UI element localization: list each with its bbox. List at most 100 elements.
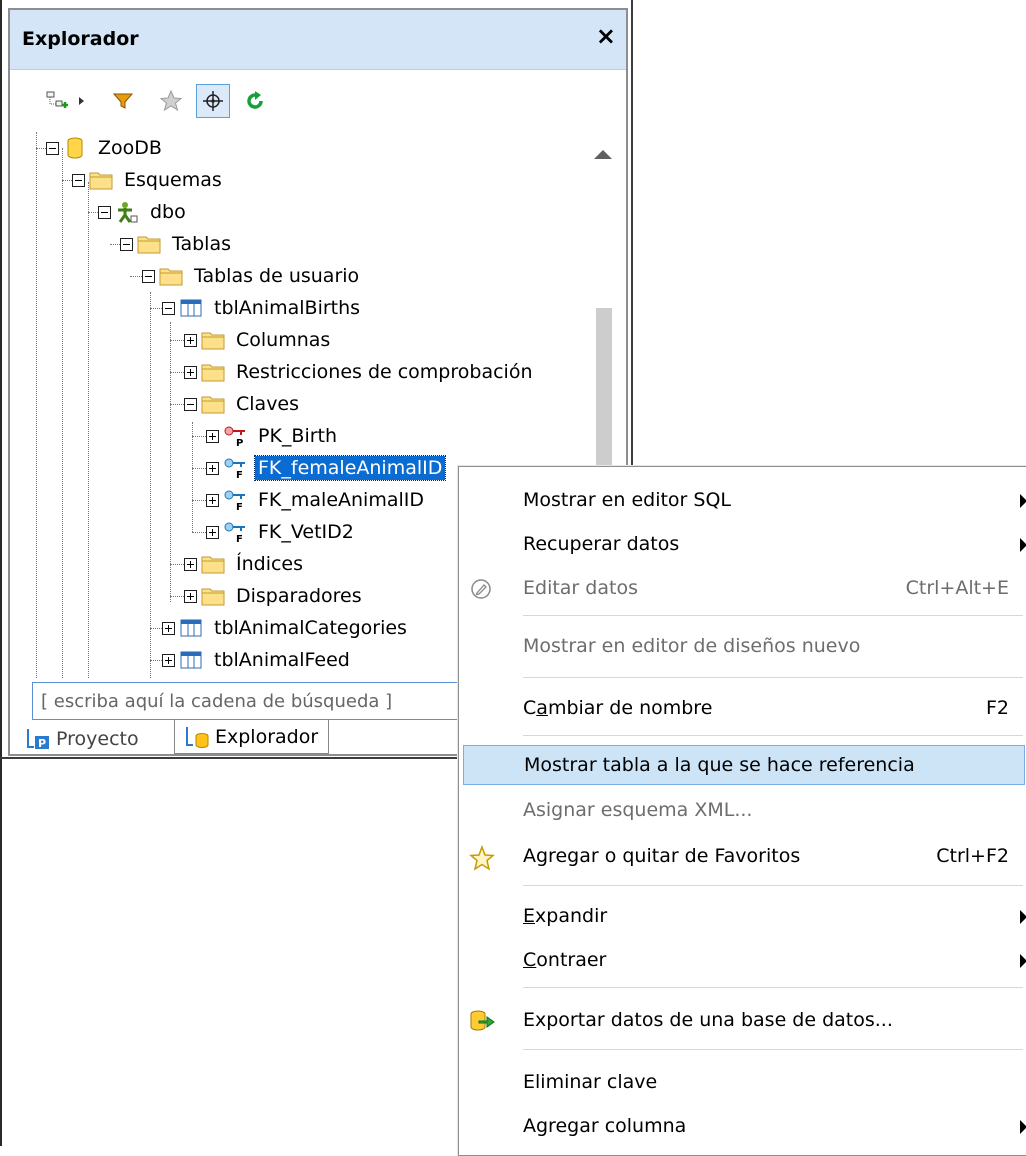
tree-node-fk-maleanimalid[interactable]: F FK_maleAnimalID xyxy=(206,485,427,515)
svg-text:F: F xyxy=(236,502,243,511)
tab-label: Proyecto xyxy=(56,728,139,750)
panel-title: Explorador xyxy=(22,28,139,50)
collapse-icon[interactable] xyxy=(162,301,175,315)
tree-node-label: Tablas xyxy=(172,233,231,255)
tree-node-tblanimalbirths[interactable]: tblAnimalBirths xyxy=(162,293,363,323)
submenu-arrow-icon xyxy=(1020,538,1026,552)
tree-node-label: FK_maleAnimalID xyxy=(258,489,424,511)
tree-node-label: ZooDB xyxy=(98,137,162,159)
folder-icon xyxy=(201,556,225,574)
folder-icon xyxy=(137,236,161,254)
dropdown-arrow-icon[interactable] xyxy=(74,84,90,118)
menu-item-mostrar-en-editor-disenos[interactable]: Mostrar en editor de diseños nuevo xyxy=(459,627,1026,667)
collapse-icon[interactable] xyxy=(46,141,59,155)
tree-node-fk-femaleanimalid[interactable]: F FK_femaleAnimalID xyxy=(206,453,447,483)
tree-node-label: Columnas xyxy=(236,329,331,351)
tab-label: Explorador xyxy=(215,725,319,748)
menu-item-label: Recuperar datos xyxy=(523,533,680,555)
favorites-star-icon xyxy=(469,845,495,871)
folder-icon xyxy=(201,396,225,414)
tree-node-label: tblAnimalFeed xyxy=(214,649,350,671)
collapse-icon[interactable] xyxy=(120,237,133,251)
panel-divider xyxy=(0,757,460,759)
menu-item-eliminar-clave[interactable]: Eliminar clave xyxy=(459,1063,1026,1103)
tree-node-label: tblAnimalCategories xyxy=(214,617,407,639)
close-icon[interactable]: × xyxy=(596,24,616,48)
submenu-arrow-icon xyxy=(1020,1120,1026,1134)
menu-item-label: Editar datos xyxy=(523,577,638,599)
menu-item-recuperar-datos[interactable]: Recuperar datos xyxy=(459,525,1026,565)
tree-node-esquemas[interactable]: Esquemas xyxy=(72,165,225,195)
menu-item-shortcut: Ctrl+Alt+E xyxy=(905,577,1009,599)
tree-node-dbo[interactable]: dbo xyxy=(98,197,189,227)
expand-icon[interactable] xyxy=(184,557,197,571)
collapse-icon[interactable] xyxy=(184,397,197,411)
menu-item-agregar-columna[interactable]: Agregar columna xyxy=(459,1107,1026,1147)
tree-node-claves[interactable]: Claves xyxy=(184,389,302,419)
tree-node-label: dbo xyxy=(150,201,186,223)
menu-item-asignar-esquema-xml[interactable]: Asignar esquema XML... xyxy=(459,791,1026,831)
folder-icon xyxy=(89,172,113,190)
expand-icon[interactable] xyxy=(206,461,219,475)
tree-node-label: tblAnimalBirths xyxy=(214,297,361,319)
foreign-key-icon: F xyxy=(224,490,245,511)
export-icon xyxy=(470,1010,495,1031)
context-menu: Mostrar en editor SQL Recuperar datos Ed… xyxy=(458,466,1026,1156)
menu-item-editar-datos[interactable]: Editar datos Ctrl+Alt+E xyxy=(459,569,1026,609)
tree-node-restricciones[interactable]: Restricciones de comprobación xyxy=(184,357,536,387)
filter-icon[interactable] xyxy=(106,84,140,118)
foreign-key-icon: F xyxy=(224,522,245,543)
menu-item-contraer[interactable]: Contraer xyxy=(459,941,1026,981)
tree-node-disparadores[interactable]: Disparadores xyxy=(184,581,365,611)
collapse-icon[interactable] xyxy=(98,205,111,219)
tree-node-label: FK_femaleAnimalID xyxy=(253,455,447,481)
explorer-icon xyxy=(186,726,209,748)
menu-item-exportar-datos[interactable]: Exportar datos de una base de datos... xyxy=(459,1001,1026,1041)
tree-node-tablas[interactable]: Tablas xyxy=(120,229,234,259)
tree-node-indices[interactable]: Índices xyxy=(184,549,306,579)
tree-node-label: Índices xyxy=(236,553,304,575)
tree-node-label: Restricciones de comprobación xyxy=(236,361,533,383)
expand-icon[interactable] xyxy=(206,525,219,539)
tab-proyecto[interactable]: P Proyecto xyxy=(26,724,139,754)
menu-item-mostrar-en-editor-sql[interactable]: Mostrar en editor SQL xyxy=(459,481,1026,521)
tree-node-fk-vetid2[interactable]: F FK_VetID2 xyxy=(206,517,357,547)
tree-node-label: Esquemas xyxy=(124,169,222,191)
menu-item-label: Exportar datos de una base de datos... xyxy=(523,1009,893,1031)
svg-text:P: P xyxy=(38,737,46,750)
scroll-up-icon[interactable] xyxy=(594,150,612,159)
refresh-icon[interactable] xyxy=(238,84,272,118)
expand-icon[interactable] xyxy=(206,493,219,507)
expand-icon[interactable] xyxy=(162,653,175,667)
submenu-arrow-icon xyxy=(1020,910,1026,924)
tab-explorador[interactable]: Explorador xyxy=(174,720,330,754)
expand-icon[interactable] xyxy=(184,589,197,603)
menu-item-mostrar-tabla-referencia[interactable]: Mostrar tabla a la que se hace referenci… xyxy=(463,745,1025,785)
expand-icon[interactable] xyxy=(162,621,175,635)
expand-icon[interactable] xyxy=(206,429,219,443)
favorites-star-icon[interactable] xyxy=(154,84,188,118)
tree-node-tblanimalfeed[interactable]: tblAnimalFeed xyxy=(162,645,353,675)
menu-item-cambiar-de-nombre[interactable]: Cambiar de nombre F2 xyxy=(459,689,1026,729)
schema-user-icon xyxy=(118,202,138,223)
tree-node-columnas[interactable]: Columnas xyxy=(184,325,333,355)
expand-icon[interactable] xyxy=(184,365,197,379)
table-icon xyxy=(180,651,202,669)
menu-item-agregar-quitar-favoritos[interactable]: Agregar o quitar de Favoritos Ctrl+F2 xyxy=(459,837,1026,877)
collapse-icon[interactable] xyxy=(142,269,155,283)
collapse-icon[interactable] xyxy=(72,173,85,187)
tree-node-pk-birth[interactable]: P PK_Birth xyxy=(206,421,340,451)
folder-icon xyxy=(201,332,225,350)
expand-icon[interactable] xyxy=(184,333,197,347)
menu-item-shortcut: Ctrl+F2 xyxy=(936,845,1009,867)
tree-node-tablas-de-usuario[interactable]: Tablas de usuario xyxy=(142,261,362,291)
menu-item-label: Contraer xyxy=(523,949,607,971)
menu-item-expandir[interactable]: Expandir xyxy=(459,897,1026,937)
tree-node-tblanimalcategories[interactable]: tblAnimalCategories xyxy=(162,613,410,643)
tree-node-label: Disparadores xyxy=(236,585,362,607)
menu-item-label: Eliminar clave xyxy=(523,1071,658,1093)
menu-item-label: Agregar columna xyxy=(523,1115,687,1137)
locate-icon[interactable] xyxy=(196,84,230,118)
tree-node-zoodb[interactable]: ZooDB xyxy=(46,133,165,163)
add-connection-icon[interactable] xyxy=(40,84,74,118)
